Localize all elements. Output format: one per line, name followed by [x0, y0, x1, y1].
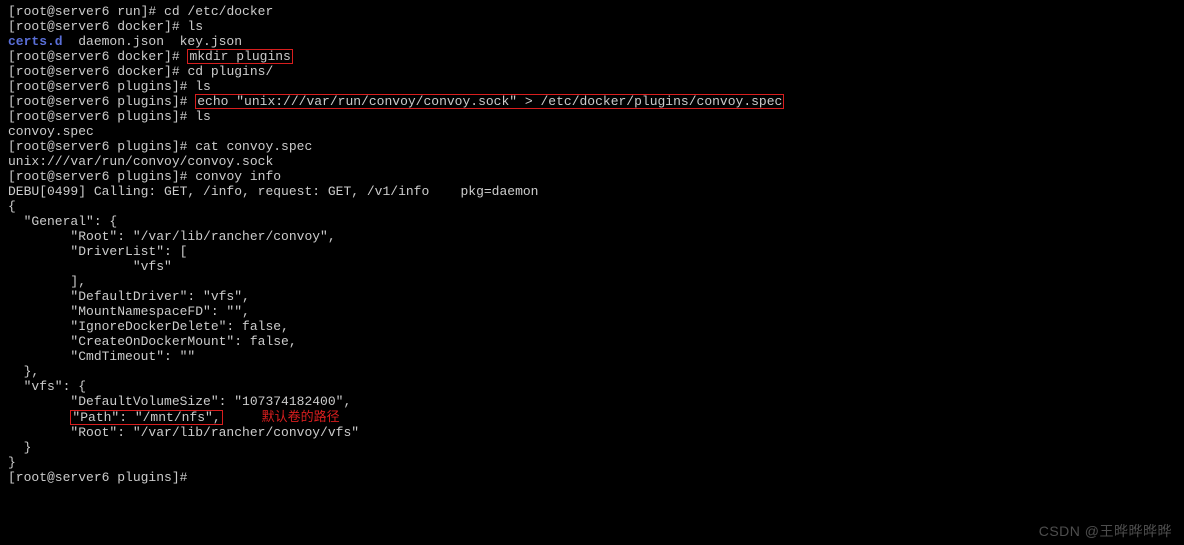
json-line: "CreateOnDockerMount": false,	[8, 334, 1176, 349]
json-line: "DriverList": [	[8, 244, 1176, 259]
highlight-box: "Path": "/mnt/nfs",	[70, 410, 222, 425]
dir-entry: certs.d	[8, 34, 63, 49]
ls-output: certs.d daemon.json key.json	[8, 34, 1176, 49]
json-line: },	[8, 364, 1176, 379]
prompt-line: [root@server6 plugins]# ls	[8, 109, 1176, 124]
highlight-box: mkdir plugins	[187, 49, 292, 64]
json-line: "CmdTimeout": ""	[8, 349, 1176, 364]
json-line: }	[8, 455, 1176, 470]
output-line: DEBU[0499] Calling: GET, /info, request:…	[8, 184, 1176, 199]
prompt-line: [root@server6 run]# cd /etc/docker	[8, 4, 1176, 19]
json-line: "DefaultVolumeSize": "107374182400",	[8, 394, 1176, 409]
json-line: "vfs"	[8, 259, 1176, 274]
prompt-line: [root@server6 docker]# mkdir plugins	[8, 49, 1176, 64]
json-line: "vfs": {	[8, 379, 1176, 394]
highlight-box: echo "unix:///var/run/convoy/convoy.sock…	[195, 94, 784, 109]
prompt-line: [root@server6 plugins]# cat convoy.spec	[8, 139, 1176, 154]
watermark: CSDN @王晔晔晔晔	[1039, 524, 1172, 539]
json-line: {	[8, 199, 1176, 214]
json-line: "General": {	[8, 214, 1176, 229]
prompt-line: [root@server6 docker]# ls	[8, 19, 1176, 34]
output-line: convoy.spec	[8, 124, 1176, 139]
prompt-line: [root@server6 docker]# cd plugins/	[8, 64, 1176, 79]
json-line: "IgnoreDockerDelete": false,	[8, 319, 1176, 334]
json-line: "MountNamespaceFD": "",	[8, 304, 1176, 319]
json-line: "Root": "/var/lib/rancher/convoy",	[8, 229, 1176, 244]
annotation-text: 默认卷的路径	[262, 409, 340, 424]
json-line: ],	[8, 274, 1176, 289]
prompt-line: [root@server6 plugins]# echo "unix:///va…	[8, 94, 1176, 109]
output-line: unix:///var/run/convoy/convoy.sock	[8, 154, 1176, 169]
json-line: "Path": "/mnt/nfs", 默认卷的路径	[8, 409, 1176, 425]
json-line: }	[8, 440, 1176, 455]
prompt-line: [root@server6 plugins]# convoy info	[8, 169, 1176, 184]
prompt-line: [root@server6 plugins]# ls	[8, 79, 1176, 94]
prompt-line: [root@server6 plugins]#	[8, 470, 1176, 485]
json-line: "DefaultDriver": "vfs",	[8, 289, 1176, 304]
json-line: "Root": "/var/lib/rancher/convoy/vfs"	[8, 425, 1176, 440]
terminal-output[interactable]: [root@server6 run]# cd /etc/docker [root…	[8, 4, 1176, 485]
